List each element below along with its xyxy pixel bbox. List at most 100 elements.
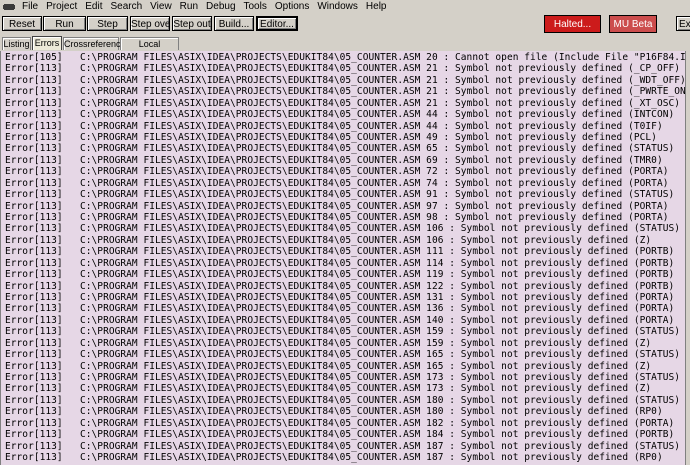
error-row[interactable]: Error[113] C:\PROGRAM FILES\ASIX\IDEA\PRO… [5,75,686,86]
error-list[interactable]: Error[105] C:\PROGRAM FILES\ASIX\IDEA\PRO… [0,51,687,465]
error-row[interactable]: Error[113] C:\PROGRAM FILES\ASIX\IDEA\PRO… [5,189,674,200]
error-row[interactable]: Error[113] C:\PROGRAM FILES\ASIX\IDEA\PRO… [5,143,674,154]
error-row[interactable]: Error[113] C:\PROGRAM FILES\ASIX\IDEA\PRO… [5,395,680,406]
tab-listing[interactable]: Listing [2,37,31,50]
step-over-button[interactable]: Step over [130,16,170,31]
error-row[interactable]: Error[113] C:\PROGRAM FILES\ASIX\IDEA\PRO… [5,383,651,394]
error-code: Error[113] [5,212,63,224]
vertical-scrollbar[interactable] [685,51,690,465]
error-row[interactable]: Error[113] C:\PROGRAM FILES\ASIX\IDEA\PRO… [5,109,674,120]
error-code: Error[113] [5,394,63,406]
error-row[interactable]: Error[113] C:\PROGRAM FILES\ASIX\IDEA\PRO… [5,223,680,234]
error-message: C:\PROGRAM FILES\ASIX\IDEA\PROJECTS\EDUK… [80,189,675,201]
error-message: C:\PROGRAM FILES\ASIX\IDEA\PROJECTS\EDUK… [80,394,681,406]
error-row[interactable]: Error[113] C:\PROGRAM FILES\ASIX\IDEA\PRO… [5,326,680,337]
error-code: Error[113] [5,223,63,235]
error-message: C:\PROGRAM FILES\ASIX\IDEA\PROJECTS\EDUK… [80,337,652,349]
error-row[interactable]: Error[113] C:\PROGRAM FILES\ASIX\IDEA\PRO… [5,429,674,440]
error-message: C:\PROGRAM FILES\ASIX\IDEA\PROJECTS\EDUK… [80,452,663,464]
error-row[interactable]: Error[113] C:\PROGRAM FILES\ASIX\IDEA\PRO… [5,258,674,269]
step-button[interactable]: Step [87,16,128,31]
error-row[interactable]: Error[113] C:\PROGRAM FILES\ASIX\IDEA\PRO… [5,98,680,109]
error-row[interactable]: Error[113] C:\PROGRAM FILES\ASIX\IDEA\PRO… [5,315,674,326]
error-row[interactable]: Error[113] C:\PROGRAM FILES\ASIX\IDEA\PRO… [5,166,669,177]
error-row[interactable]: Error[113] C:\PROGRAM FILES\ASIX\IDEA\PRO… [5,132,657,143]
error-message: C:\PROGRAM FILES\ASIX\IDEA\PROJECTS\EDUK… [80,63,681,75]
error-row[interactable]: Error[113] C:\PROGRAM FILES\ASIX\IDEA\PRO… [5,292,674,303]
error-message: C:\PROGRAM FILES\ASIX\IDEA\PROJECTS\EDUK… [80,97,681,109]
error-row[interactable]: Error[113] C:\PROGRAM FILES\ASIX\IDEA\PRO… [5,86,687,97]
error-row[interactable]: Error[113] C:\PROGRAM FILES\ASIX\IDEA\PRO… [5,235,651,246]
error-row[interactable]: Error[113] C:\PROGRAM FILES\ASIX\IDEA\PRO… [5,349,680,360]
error-code: Error[113] [5,269,63,281]
menu-view[interactable]: View [146,0,176,13]
error-message: C:\PROGRAM FILES\ASIX\IDEA\PROJECTS\EDUK… [80,383,652,395]
error-message: C:\PROGRAM FILES\ASIX\IDEA\PROJECTS\EDUK… [80,257,675,269]
menu-debug[interactable]: Debug [202,0,239,13]
menu-project[interactable]: Project [42,0,81,13]
menu-edit[interactable]: Edit [81,0,106,13]
tab-local-variables[interactable]: Local Variables [120,37,179,61]
halted-indicator[interactable]: Halted... [544,15,601,33]
error-row[interactable]: Error[113] C:\PROGRAM FILES\ASIX\IDEA\PRO… [5,212,669,223]
error-row[interactable]: Error[113] C:\PROGRAM FILES\ASIX\IDEA\PRO… [5,121,663,132]
error-message: C:\PROGRAM FILES\ASIX\IDEA\PROJECTS\EDUK… [80,234,652,246]
error-code: Error[113] [5,120,63,132]
exit-button[interactable]: Exi [676,16,690,31]
menu-help[interactable]: Help [362,0,391,13]
editor-button[interactable]: Editor... [256,16,298,31]
error-message: C:\PROGRAM FILES\ASIX\IDEA\PROJECTS\EDUK… [80,326,681,338]
error-code: Error[113] [5,63,63,75]
error-message: C:\PROGRAM FILES\ASIX\IDEA\PROJECTS\EDUK… [80,52,687,63]
error-code: Error[113] [5,406,63,418]
menu-run[interactable]: Run [176,0,202,13]
error-message: C:\PROGRAM FILES\ASIX\IDEA\PROJECTS\EDUK… [80,440,681,452]
error-row[interactable]: Error[113] C:\PROGRAM FILES\ASIX\IDEA\PRO… [5,281,674,292]
error-code: Error[113] [5,177,63,189]
error-row[interactable]: Error[113] C:\PROGRAM FILES\ASIX\IDEA\PRO… [5,155,663,166]
run-button[interactable]: Run [43,16,86,31]
menu-file[interactable]: File [18,0,42,13]
step-out-button[interactable]: Step out [172,16,212,31]
error-row[interactable]: Error[113] C:\PROGRAM FILES\ASIX\IDEA\PRO… [5,361,651,372]
error-row[interactable]: Error[113] C:\PROGRAM FILES\ASIX\IDEA\PRO… [5,418,674,429]
error-code: Error[113] [5,417,63,429]
tab-crossreference[interactable]: Crossreference [63,37,126,50]
reset-button[interactable]: Reset [2,16,42,31]
error-code: Error[113] [5,86,63,98]
error-code: Error[113] [5,97,63,109]
error-message: C:\PROGRAM FILES\ASIX\IDEA\PROJECTS\EDUK… [80,372,681,384]
error-row[interactable]: Error[113] C:\PROGRAM FILES\ASIX\IDEA\PRO… [5,269,674,280]
error-row[interactable]: Error[113] C:\PROGRAM FILES\ASIX\IDEA\PRO… [5,178,669,189]
build-button[interactable]: Build... [214,16,254,31]
error-code: Error[113] [5,189,63,201]
error-row[interactable]: Error[113] C:\PROGRAM FILES\ASIX\IDEA\PRO… [5,63,680,74]
error-row[interactable]: Error[113] C:\PROGRAM FILES\ASIX\IDEA\PRO… [5,201,669,212]
error-code: Error[113] [5,246,63,258]
error-row[interactable]: Error[113] C:\PROGRAM FILES\ASIX\IDEA\PRO… [5,406,663,417]
error-row[interactable]: Error[113] C:\PROGRAM FILES\ASIX\IDEA\PRO… [5,372,680,383]
error-code: Error[113] [5,74,63,86]
tab-errors[interactable]: Errors [32,36,62,50]
error-code: Error[113] [5,314,63,326]
error-row[interactable]: Error[105] C:\PROGRAM FILES\ASIX\IDEA\PRO… [5,52,687,63]
error-message: C:\PROGRAM FILES\ASIX\IDEA\PROJECTS\EDUK… [80,177,669,189]
menu-tools[interactable]: Tools [240,0,271,13]
mu-beta-indicator[interactable]: MU Beta [609,15,657,33]
error-row[interactable]: Error[113] C:\PROGRAM FILES\ASIX\IDEA\PRO… [5,338,651,349]
error-row[interactable]: Error[113] C:\PROGRAM FILES\ASIX\IDEA\PRO… [5,441,680,452]
menu-windows[interactable]: Windows [313,0,362,13]
error-message: C:\PROGRAM FILES\ASIX\IDEA\PROJECTS\EDUK… [80,314,675,326]
error-row[interactable]: Error[113] C:\PROGRAM FILES\ASIX\IDEA\PRO… [5,452,663,463]
menu-options[interactable]: Options [271,0,313,13]
error-code: Error[113] [5,429,63,441]
error-row[interactable]: Error[113] C:\PROGRAM FILES\ASIX\IDEA\PRO… [5,303,674,314]
error-code: Error[113] [5,166,63,178]
error-code: Error[113] [5,349,63,361]
error-message: C:\PROGRAM FILES\ASIX\IDEA\PROJECTS\EDUK… [80,406,663,418]
app-icon[interactable] [2,1,15,12]
error-code: Error[113] [5,440,63,452]
error-row[interactable]: Error[113] C:\PROGRAM FILES\ASIX\IDEA\PRO… [5,246,674,257]
error-message: C:\PROGRAM FILES\ASIX\IDEA\PROJECTS\EDUK… [80,143,675,155]
menu-search[interactable]: Search [106,0,146,13]
